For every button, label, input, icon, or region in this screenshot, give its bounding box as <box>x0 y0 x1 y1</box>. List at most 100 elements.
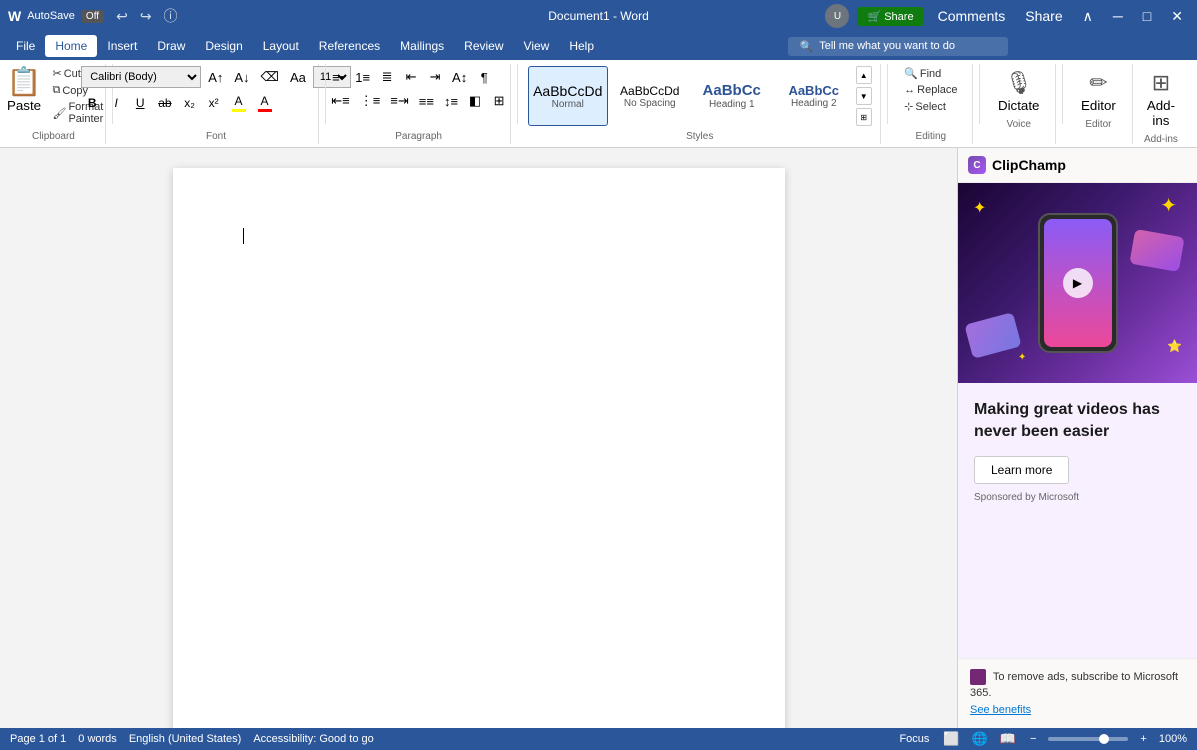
italic-button[interactable]: I <box>105 92 127 114</box>
font-case-button[interactable]: Aa <box>286 66 310 88</box>
share-button[interactable]: Share <box>1019 6 1068 26</box>
font-group-top: Calibri (Body) A↑ A↓ ⌫ Aa 11 B I U ab x₂ <box>81 66 351 129</box>
show-formatting-button[interactable]: ¶ <box>473 66 495 88</box>
redo-button[interactable]: ↪ <box>134 4 158 28</box>
star-4: ✦ <box>1018 352 1026 363</box>
clipchamp-icon: C <box>968 156 986 174</box>
style-no-spacing-preview: AaBbCcDd <box>620 84 679 98</box>
font-size-decrease-button[interactable]: A↓ <box>230 66 253 88</box>
decrease-indent-button[interactable]: ⇤ <box>400 66 422 88</box>
font-family-select[interactable]: Calibri (Body) <box>81 66 201 88</box>
read-mode-button[interactable]: 📖 <box>998 731 1018 747</box>
autosave-info-button[interactable]: ⓘ <box>158 4 184 28</box>
justify-button[interactable]: ≡≡ <box>415 90 438 112</box>
paste-button[interactable]: 📋 Paste <box>1 66 48 115</box>
ad-content: Making great videos has never been easie… <box>958 383 1197 658</box>
title-bar-right: U 🛒 Share Comments Share ∧ ─ □ ✕ <box>825 4 1189 28</box>
side-panel-header: C ClipChamp <box>958 148 1197 183</box>
style-heading2[interactable]: AaBbCc Heading 2 <box>774 66 854 126</box>
style-no-spacing[interactable]: AaBbCcDd No Spacing <box>610 66 690 126</box>
underline-button[interactable]: U <box>129 92 151 114</box>
bold-button[interactable]: B <box>81 92 103 114</box>
bullets-button[interactable]: ≡• <box>327 66 349 88</box>
buy-microsoft365-button[interactable]: 🛒 Share <box>857 7 923 26</box>
comments-button[interactable]: Comments <box>932 6 1012 26</box>
styles-scroll-down[interactable]: ▼ <box>856 87 872 105</box>
style-heading2-preview: AaBbCc <box>788 83 839 98</box>
find-button[interactable]: 🔍 Find <box>901 66 944 81</box>
language: English (United States) <box>129 733 242 745</box>
borders-button[interactable]: ⊞ <box>488 90 510 112</box>
ribbon-toggle-button[interactable]: ∧ <box>1077 6 1099 27</box>
shading-button[interactable]: ◧ <box>464 90 486 112</box>
subscript-button[interactable]: x₂ <box>179 92 201 114</box>
align-center-button[interactable]: ⋮≡ <box>356 90 385 112</box>
align-left-button[interactable]: ⇤≡ <box>327 90 353 112</box>
maximize-button[interactable]: □ <box>1137 6 1157 26</box>
ad-footer: To remove ads, subscribe to Microsoft 36… <box>958 658 1197 729</box>
sort-button[interactable]: A↕ <box>448 66 471 88</box>
para-row-2: ⇤≡ ⋮≡ ≡⇥ ≡≡ ↕≡ ◧ ⊞ <box>327 90 510 112</box>
doc-area[interactable] <box>0 148 957 728</box>
clear-formatting-button[interactable]: ⌫ <box>257 66 283 88</box>
card-2 <box>1129 229 1184 272</box>
learn-more-button[interactable]: Learn more <box>974 456 1069 484</box>
line-spacing-button[interactable]: ↕≡ <box>440 90 462 112</box>
zoom-out-button[interactable]: − <box>1026 733 1040 745</box>
search-icon: 🔍 <box>800 40 814 53</box>
paste-icon: 📋 <box>7 68 42 96</box>
divider-6 <box>1062 64 1063 124</box>
style-normal[interactable]: AaBbCcDd Normal <box>528 66 608 126</box>
zoom-in-button[interactable]: + <box>1136 733 1150 745</box>
menu-references[interactable]: References <box>309 35 390 57</box>
avatar[interactable]: U <box>825 4 849 28</box>
menu-draw[interactable]: Draw <box>147 35 195 57</box>
zoom-slider[interactable] <box>1048 737 1128 741</box>
dictate-button[interactable]: 🎙 Dictate <box>990 66 1047 117</box>
remove-ads-text: To remove ads, subscribe to Microsoft 36… <box>970 671 1178 700</box>
menu-review[interactable]: Review <box>454 35 513 57</box>
font-color-button[interactable]: A <box>253 92 277 114</box>
replace-button[interactable]: ↔ Replace <box>901 83 960 97</box>
paragraph-group: ≡• 1≡ ≣ ⇤ ⇥ A↕ ¶ ⇤≡ ⋮≡ ≡⇥ ≡≡ ↕≡ ◧ ⊞ <box>331 64 511 144</box>
strikethrough-button[interactable]: ab <box>153 92 176 114</box>
superscript-button[interactable]: x² <box>203 92 225 114</box>
doc-title: Document1 - Word <box>548 9 648 23</box>
see-benefits-link[interactable]: See benefits <box>970 704 1031 716</box>
minimize-button[interactable]: ─ <box>1107 6 1129 26</box>
styles-scroll-up[interactable]: ▲ <box>856 66 872 84</box>
editor-button[interactable]: ✏ Editor <box>1073 66 1124 117</box>
select-button[interactable]: ⊹ Select <box>901 99 949 114</box>
print-layout-view-button[interactable]: ⬜ <box>941 731 961 747</box>
highlight-color-button[interactable]: A <box>227 92 251 114</box>
focus-button[interactable]: Focus <box>895 733 933 745</box>
menu-design[interactable]: Design <box>195 35 252 57</box>
multilevel-list-button[interactable]: ≣ <box>376 66 398 88</box>
style-heading1[interactable]: AaBbCc Heading 1 <box>692 66 772 126</box>
menu-insert[interactable]: Insert <box>97 35 147 57</box>
menu-help[interactable]: Help <box>559 35 604 57</box>
styles-expand[interactable]: ⊞ <box>856 108 872 126</box>
align-right-button[interactable]: ≡⇥ <box>386 90 412 112</box>
style-normal-label: Normal <box>552 99 584 110</box>
microphone-icon: 🎙 <box>1005 70 1033 96</box>
font-size-increase-button[interactable]: A↑ <box>204 66 227 88</box>
menu-layout[interactable]: Layout <box>253 35 309 57</box>
font-group-label: Font <box>123 131 310 142</box>
zoom-thumb <box>1099 734 1109 744</box>
close-button[interactable]: ✕ <box>1165 6 1189 27</box>
increase-indent-button[interactable]: ⇥ <box>424 66 446 88</box>
divider-4 <box>887 64 888 124</box>
menu-home[interactable]: Home <box>45 35 97 57</box>
search-bar[interactable]: 🔍 Tell me what you want to do <box>788 37 1008 56</box>
menu-file[interactable]: File <box>6 35 45 57</box>
divider-2 <box>325 64 326 124</box>
addins-button[interactable]: ⊞ Add-ins <box>1139 66 1183 132</box>
menu-view[interactable]: View <box>514 35 560 57</box>
menu-mailings[interactable]: Mailings <box>390 35 454 57</box>
autosave-status[interactable]: Off <box>81 10 104 23</box>
web-layout-view-button[interactable]: 🌐 <box>970 731 990 747</box>
undo-button[interactable]: ↩ <box>110 4 134 28</box>
numbering-button[interactable]: 1≡ <box>351 66 374 88</box>
document-page[interactable] <box>173 168 785 728</box>
